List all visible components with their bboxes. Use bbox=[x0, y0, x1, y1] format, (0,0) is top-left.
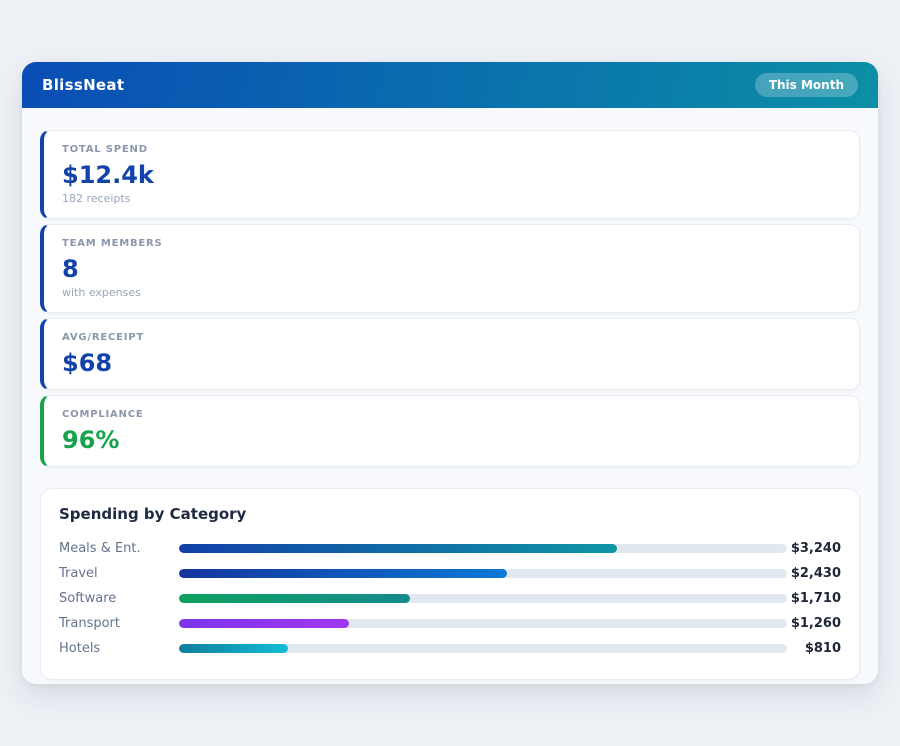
category-label: Transport bbox=[59, 616, 179, 631]
chart-row-travel: Travel $2,430 bbox=[59, 561, 841, 586]
bar-fill bbox=[179, 644, 288, 653]
bar-fill bbox=[179, 544, 617, 553]
stat-label: AVG/RECEIPT bbox=[62, 331, 841, 344]
stat-subtext: 182 receipts bbox=[62, 192, 841, 206]
bar-track bbox=[179, 619, 787, 628]
chart-row-meals: Meals & Ent. $3,240 bbox=[59, 536, 841, 561]
stat-card-total-spend: TOTAL SPEND $12.4k 182 receipts bbox=[40, 130, 860, 219]
bar-track bbox=[179, 544, 787, 553]
category-label: Hotels bbox=[59, 641, 179, 656]
stat-card-avg-receipt: AVG/RECEIPT $68 bbox=[40, 318, 860, 390]
category-value: $1,710 bbox=[787, 591, 841, 606]
bar-fill bbox=[179, 619, 349, 628]
category-value: $1,260 bbox=[787, 616, 841, 631]
bar-track bbox=[179, 644, 787, 653]
chart-title: Spending by Category bbox=[59, 505, 841, 524]
bar-track bbox=[179, 594, 787, 603]
category-label: Travel bbox=[59, 566, 179, 581]
stat-card-compliance: COMPLIANCE 96% bbox=[40, 395, 860, 467]
category-label: Software bbox=[59, 591, 179, 606]
stat-label: COMPLIANCE bbox=[62, 408, 841, 421]
chart-row-software: Software $1,710 bbox=[59, 586, 841, 611]
stat-subtext: with expenses bbox=[62, 286, 841, 300]
chart-row-transport: Transport $1,260 bbox=[59, 611, 841, 636]
stat-value: 96% bbox=[62, 426, 841, 454]
bar-fill bbox=[179, 569, 507, 578]
category-value: $3,240 bbox=[787, 541, 841, 556]
period-badge[interactable]: This Month bbox=[755, 73, 858, 97]
stat-value: 8 bbox=[62, 255, 841, 283]
bar-track bbox=[179, 569, 787, 578]
stat-value: $68 bbox=[62, 349, 841, 377]
app-title: BlissNeat bbox=[42, 76, 124, 94]
chart-row-hotels: Hotels $810 bbox=[59, 636, 841, 661]
dashboard-body: TOTAL SPEND $12.4k 182 receipts TEAM MEM… bbox=[22, 108, 878, 684]
stat-card-team-members: TEAM MEMBERS 8 with expenses bbox=[40, 224, 860, 313]
category-label: Meals & Ent. bbox=[59, 541, 179, 556]
dashboard-panel: BlissNeat This Month TOTAL SPEND $12.4k … bbox=[22, 62, 878, 684]
stat-label: TOTAL SPEND bbox=[62, 143, 841, 156]
category-value: $2,430 bbox=[787, 566, 841, 581]
app-header: BlissNeat This Month bbox=[22, 62, 878, 108]
spending-by-category-chart: Spending by Category Meals & Ent. $3,240… bbox=[40, 488, 860, 680]
category-value: $810 bbox=[787, 641, 841, 656]
bar-fill bbox=[179, 594, 410, 603]
stat-value: $12.4k bbox=[62, 161, 841, 189]
stat-label: TEAM MEMBERS bbox=[62, 237, 841, 250]
